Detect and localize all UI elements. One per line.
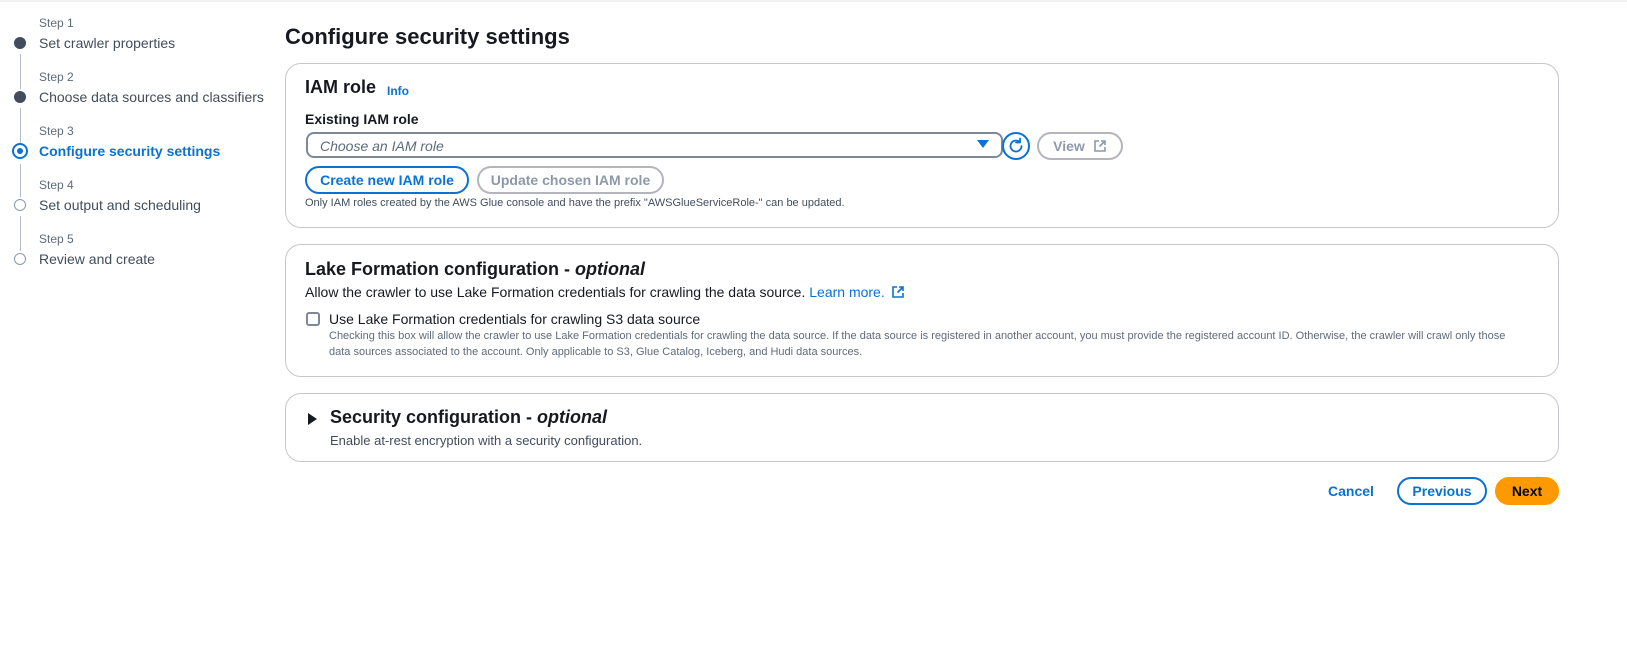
cancel-button[interactable]: Cancel [1317,477,1385,505]
step-number: Step 5 [39,232,74,246]
lake-formation-checkbox[interactable] [306,312,320,326]
step-3: Step 3 Configure security settings [12,122,272,176]
lake-formation-description-text: Allow the crawler to use Lake Formation … [305,284,806,300]
learn-more-link[interactable]: Learn more. [809,284,904,300]
step-title[interactable]: Set crawler properties [39,35,175,51]
step-1[interactable]: Step 1 Set crawler properties [12,14,272,68]
step-number: Step 1 [39,16,74,30]
existing-iam-role-label: Existing IAM role [305,111,419,127]
step-4: Step 4 Set output and scheduling [12,176,272,230]
view-button-label: View [1053,138,1085,154]
optional-tag: optional [537,407,608,427]
refresh-button[interactable] [1002,132,1030,160]
step-5: Step 5 Review and create [12,230,272,284]
refresh-icon [1009,137,1023,153]
security-configuration-panel[interactable]: Security configuration - optional Enable… [285,393,1559,462]
step-title: Set output and scheduling [39,197,201,213]
previous-button[interactable]: Previous [1397,477,1487,505]
external-link-icon [1093,139,1107,153]
lake-formation-checkbox-description: Checking this box will allow the crawler… [329,330,1506,358]
lake-formation-heading: Lake Formation configuration - optional [305,259,645,280]
step-pending-dot-icon [14,199,26,211]
step-title: Review and create [39,251,155,267]
iam-role-heading: IAM role [305,77,377,97]
create-new-iam-role-button[interactable]: Create new IAM role [305,166,469,194]
step-number: Step 2 [39,70,74,84]
caret-right-icon[interactable] [308,413,317,425]
step-current-dot-icon [12,143,28,159]
page-title: Configure security settings [285,24,570,49]
security-configuration-description: Enable at-rest encryption with a securit… [330,433,643,448]
step-pending-dot-icon [14,253,26,265]
security-configuration-heading[interactable]: Security configuration - optional [330,407,607,428]
step-title: Configure security settings [39,143,221,159]
step-2[interactable]: Step 2 Choose data sources and classifie… [12,68,272,122]
step-complete-dot-icon [14,37,26,49]
update-chosen-iam-role-button[interactable]: Update chosen IAM role [477,166,664,194]
wizard-steps-nav: Step 1 Set crawler properties Step 2 Cho… [12,14,272,284]
lake-formation-description: Allow the crawler to use Lake Formation … [305,284,905,300]
view-iam-role-button[interactable]: View [1037,132,1123,160]
step-number: Step 4 [39,178,74,192]
security-configuration-heading-text: Security configuration - [330,407,533,427]
step-complete-dot-icon [14,91,26,103]
iam-info-link[interactable]: Info [387,84,409,98]
iam-role-panel: IAM role Info Existing IAM role Choose a… [285,63,1559,228]
lake-formation-panel: Lake Formation configuration - optional … [285,244,1559,377]
step-title[interactable]: Choose data sources and classifiers [39,89,264,105]
lake-formation-checkbox-label[interactable]: Use Lake Formation credentials for crawl… [329,311,700,327]
top-divider [0,0,1627,2]
external-link-icon [891,286,904,298]
optional-tag: optional [575,259,646,279]
caret-down-icon [977,140,989,148]
lake-formation-heading-text: Lake Formation configuration - [305,259,571,279]
learn-more-label: Learn more. [809,284,885,300]
iam-role-hint: Only IAM roles created by the AWS Glue c… [305,197,845,209]
iam-role-select[interactable]: Choose an IAM role [306,132,1003,158]
next-button[interactable]: Next [1495,477,1559,505]
iam-role-select-placeholder: Choose an IAM role [320,138,444,154]
step-number: Step 3 [39,124,74,138]
